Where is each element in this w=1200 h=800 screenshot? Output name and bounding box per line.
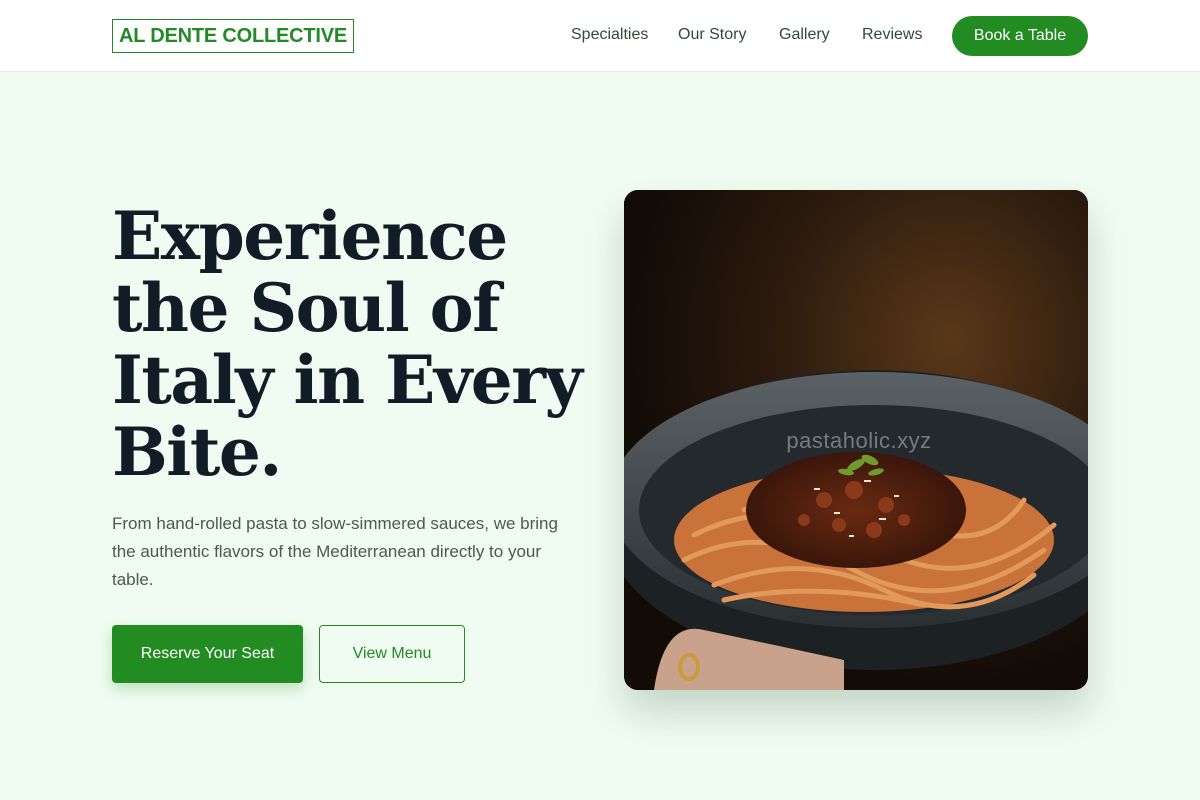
nav-link-reviews[interactable]: Reviews xyxy=(862,26,922,44)
hero-food-photo: pastaholic.xyz xyxy=(624,190,1088,690)
book-table-button[interactable]: Book a Table xyxy=(952,16,1088,56)
nav-link-our-story[interactable]: Our Story xyxy=(678,26,746,44)
hero-lead-text: From hand-rolled pasta to slow-simmered … xyxy=(112,514,558,589)
image-watermark: pastaholic.xyz xyxy=(786,428,932,453)
hero-headline: Experience the Soul of Italy in Every Bi… xyxy=(112,197,583,491)
site-header: AL DENTE COLLECTIVE Specialties Our Stor… xyxy=(0,0,1200,72)
reserve-seat-button[interactable]: Reserve Your Seat xyxy=(112,625,303,683)
brand-logo[interactable]: AL DENTE COLLECTIVE xyxy=(112,19,354,53)
nav-link-specialties[interactable]: Specialties xyxy=(571,26,648,44)
nav-link-gallery[interactable]: Gallery xyxy=(779,26,830,44)
view-menu-button[interactable]: View Menu xyxy=(319,625,465,683)
